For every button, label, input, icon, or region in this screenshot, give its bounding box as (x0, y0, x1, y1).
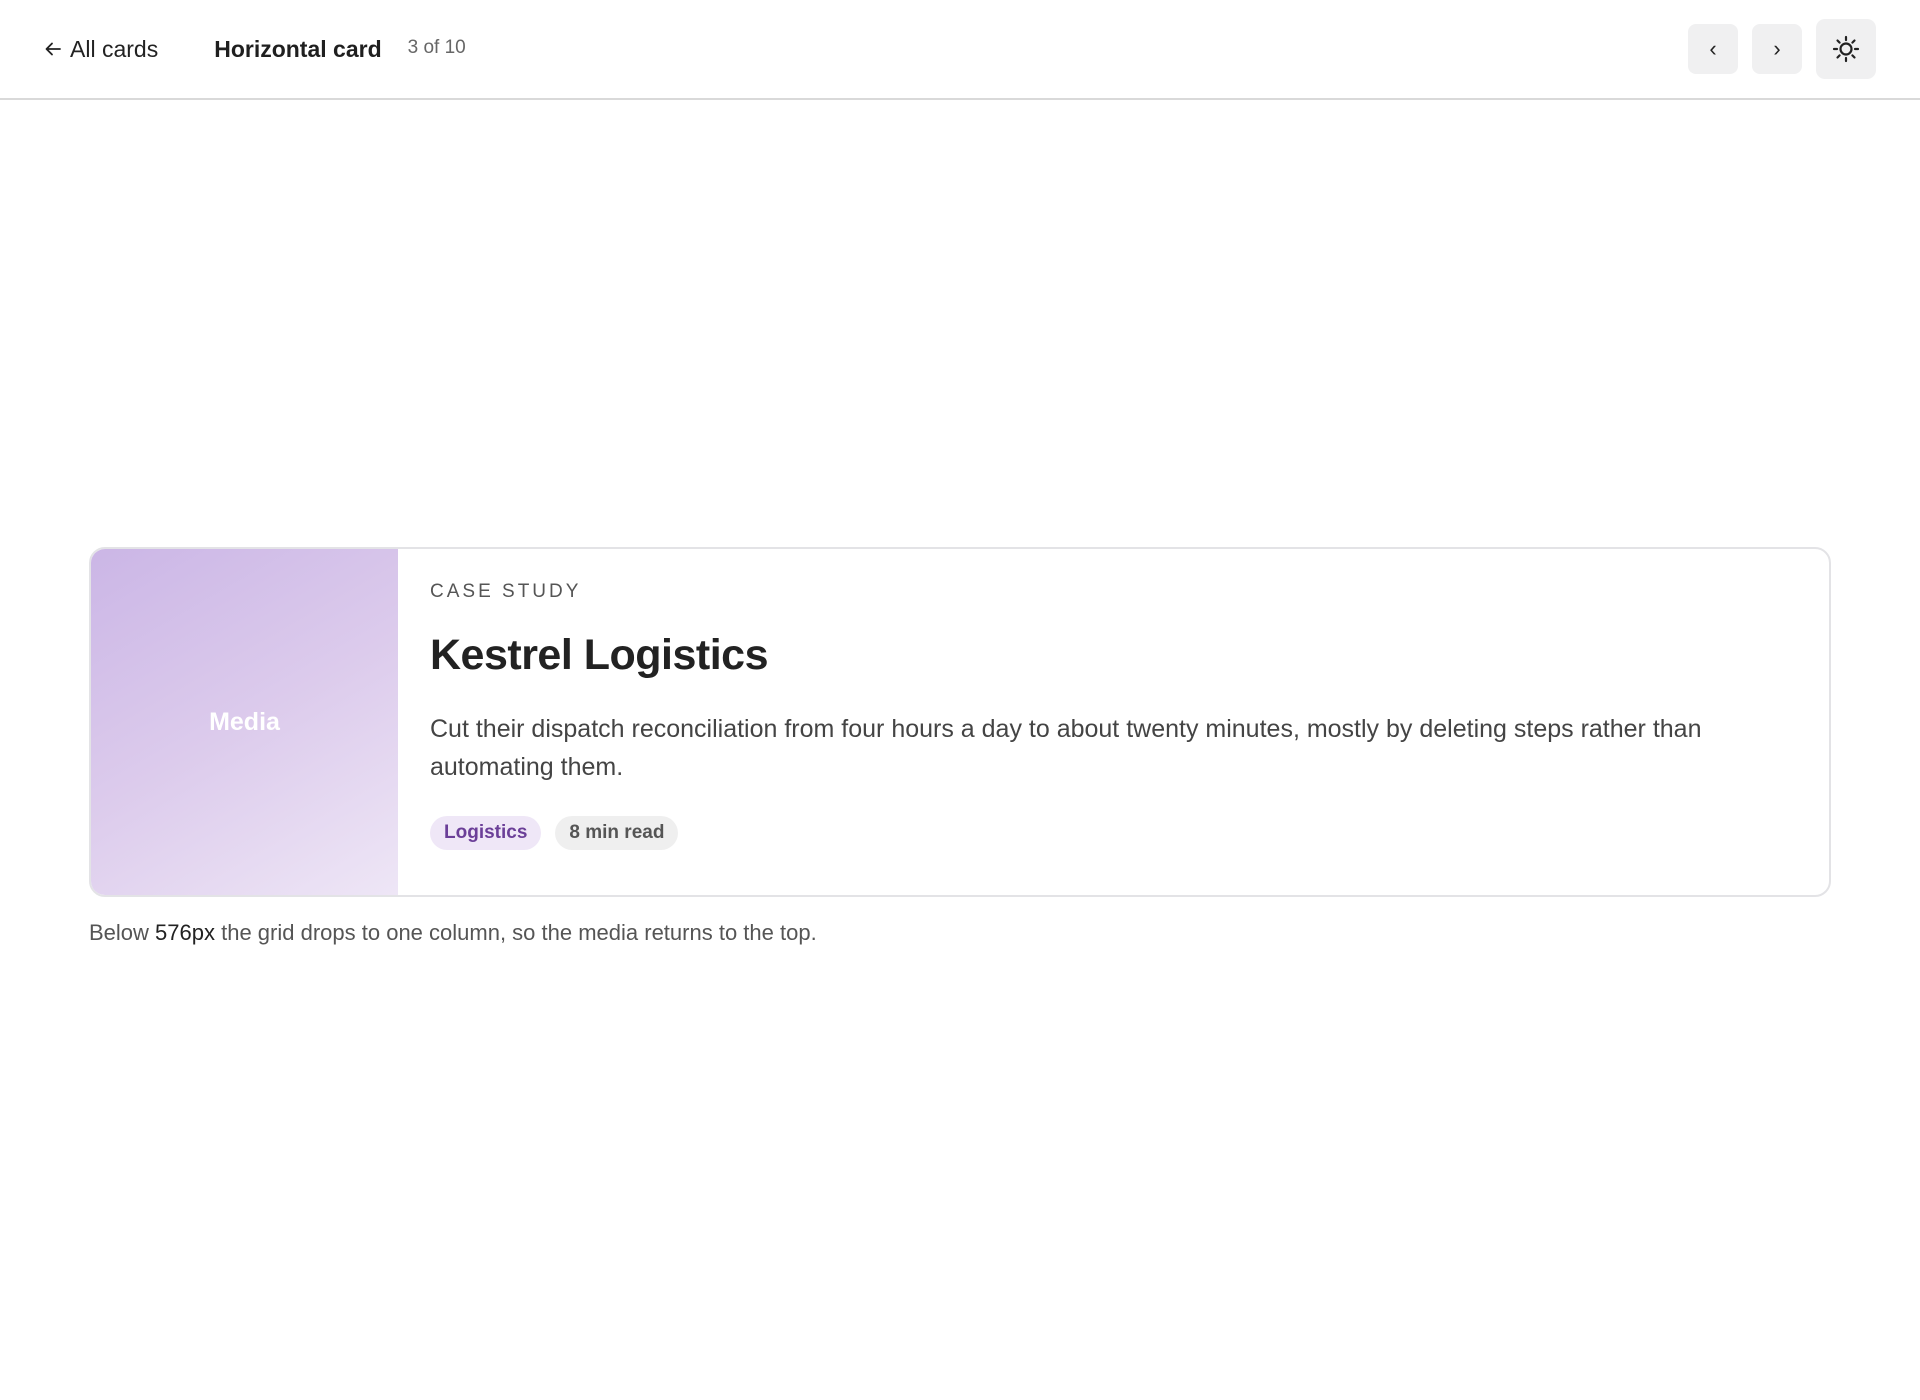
caption-breakpoint: 576px (155, 920, 215, 945)
category-tag: Logistics (430, 816, 542, 850)
responsive-caption: Below 576px the grid drops to one column… (89, 920, 817, 946)
page-counter: 3 of 10 (407, 36, 466, 58)
card-body: CASE STUDY Kestrel Logistics Cut their d… (398, 549, 1829, 895)
card-media: Media (91, 549, 398, 895)
media-placeholder-label: Media (209, 707, 280, 736)
sun-icon (1832, 35, 1860, 63)
read-time-tag: 8 min read (555, 816, 679, 850)
card-eyebrow: CASE STUDY (430, 581, 582, 602)
next-card-button[interactable]: › (1752, 24, 1802, 74)
previous-card-button[interactable]: ‹ (1688, 24, 1738, 74)
back-to-all-cards-link[interactable]: All cards (44, 36, 158, 63)
caption-before: Below (89, 920, 156, 945)
card-tags: Logistics 8 min read (430, 816, 1797, 850)
arrow-left-icon (45, 42, 61, 56)
card-title: Kestrel Logistics (430, 631, 769, 679)
top-bar: All cards Horizontal card 3 of 10 ‹ › (0, 0, 1920, 100)
theme-toggle-button[interactable] (1816, 19, 1876, 79)
card-description: Cut their dispatch reconciliation from f… (430, 715, 1702, 781)
caption-after: the grid drops to one column, so the med… (215, 920, 817, 945)
page-title: Horizontal card (214, 35, 382, 62)
back-link-label: All cards (70, 35, 159, 62)
header-actions: ‹ › (1688, 19, 1876, 79)
horizontal-card: Media CASE STUDY Kestrel Logistics Cut t… (89, 547, 1831, 897)
